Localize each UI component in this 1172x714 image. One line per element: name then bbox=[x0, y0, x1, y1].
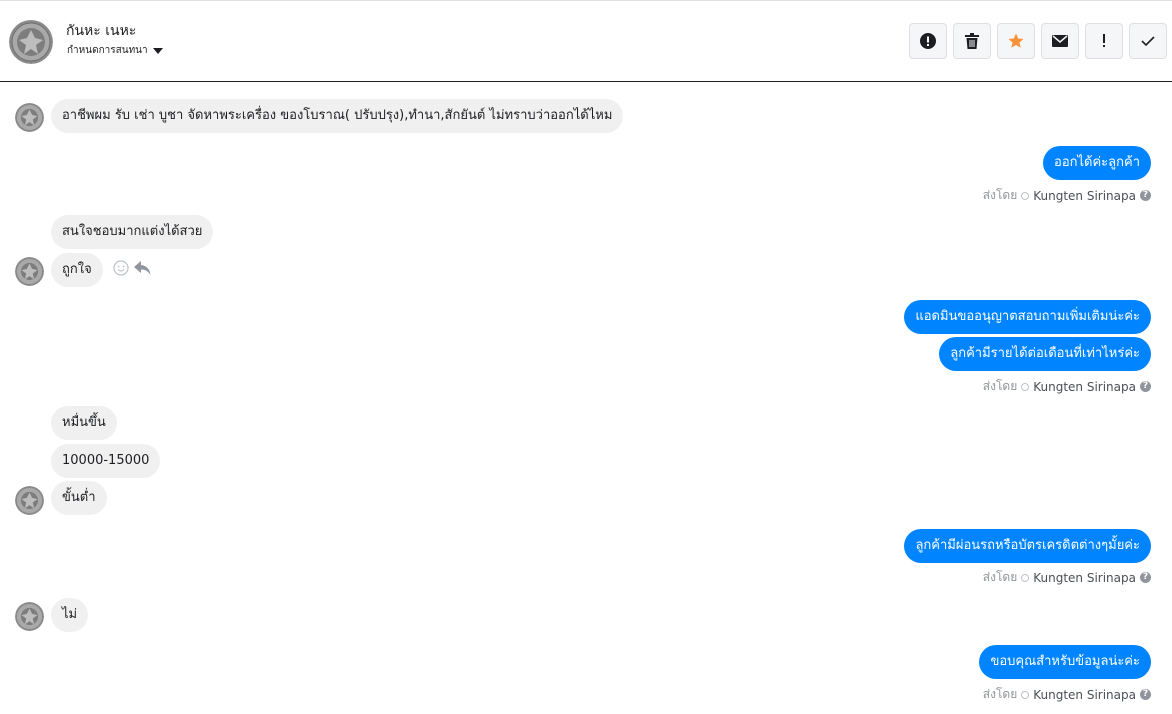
help-icon[interactable]: ? bbox=[1140, 572, 1151, 583]
outgoing-message[interactable]: ออกได้ค่ะลูกค้า bbox=[1043, 146, 1151, 180]
star-button[interactable] bbox=[997, 23, 1035, 59]
incoming-message[interactable]: 10000-15000 bbox=[51, 444, 161, 478]
incoming-message[interactable]: หมื่นขึ้น bbox=[51, 406, 117, 440]
seal-emblem-icon bbox=[15, 257, 44, 286]
incoming-message[interactable]: ถูกใจ bbox=[51, 253, 103, 287]
agent-status-icon bbox=[1021, 382, 1030, 391]
contact-avatar-small[interactable] bbox=[15, 257, 44, 286]
sent-by-agent[interactable]: Kungten Sirinapa bbox=[1033, 688, 1136, 702]
incoming-message[interactable]: สนใจชอบมากแต่งได้สวย bbox=[51, 215, 214, 249]
chat-app: กันหะ เนหะ กำหนดการสนทนา อาชีพผม รับ เช่… bbox=[0, 0, 1172, 714]
mark-done-button[interactable] bbox=[1129, 23, 1167, 59]
sent-by-prefix: ส่งโดย bbox=[982, 188, 1018, 202]
sent-by-agent[interactable]: Kungten Sirinapa bbox=[1033, 189, 1136, 203]
sent-by-label: ส่งโดย Kungten Sirinapa ? bbox=[983, 568, 1151, 587]
sent-by-label: ส่งโดย Kungten Sirinapa ? bbox=[983, 186, 1151, 205]
sent-by-prefix: ส่งโดย bbox=[982, 687, 1018, 701]
agent-status-icon bbox=[1021, 573, 1030, 582]
sent-by-prefix: ส่งโดย bbox=[982, 379, 1018, 393]
exclamation-icon bbox=[1103, 34, 1105, 47]
envelope-icon bbox=[1052, 35, 1068, 47]
conversation-label-text: กำหนดการสนทนา bbox=[67, 45, 148, 56]
mark-unread-button[interactable] bbox=[1041, 23, 1079, 59]
seal-emblem-icon bbox=[15, 103, 44, 132]
caret-down-icon bbox=[152, 48, 163, 54]
seal-emblem-icon bbox=[9, 20, 53, 64]
help-icon[interactable]: ? bbox=[1140, 689, 1151, 700]
sent-by-prefix: ส่งโดย bbox=[982, 570, 1018, 584]
agent-status-icon bbox=[1021, 690, 1030, 699]
incoming-message[interactable]: อาชีพผม รับ เช่า บูชา จัดหาพระเครื่อง ขอ… bbox=[51, 99, 624, 133]
smiley-icon[interactable] bbox=[113, 260, 129, 276]
sent-by-agent[interactable]: Kungten Sirinapa bbox=[1033, 380, 1136, 394]
contact-name: กันหะ เนหะ bbox=[66, 23, 137, 39]
follow-up-button[interactable] bbox=[1085, 23, 1123, 59]
contact-avatar-small[interactable] bbox=[15, 602, 44, 631]
contact-avatar-small[interactable] bbox=[15, 103, 44, 132]
trash-icon bbox=[965, 33, 979, 49]
alert-circle-icon bbox=[920, 33, 936, 49]
conversation-header: กันหะ เนหะ กำหนดการสนทนา bbox=[0, 0, 1172, 82]
help-icon[interactable]: ? bbox=[1140, 190, 1151, 201]
report-button[interactable] bbox=[909, 23, 947, 59]
contact-avatar-small[interactable] bbox=[15, 486, 44, 515]
incoming-message[interactable]: ขั้นต่ำ bbox=[51, 481, 107, 515]
outgoing-message[interactable]: ลูกค้ามีผ่อนรถหรือบัตรเครดิตต่างๆมั้ยค่ะ bbox=[904, 529, 1151, 563]
message-actions bbox=[113, 260, 151, 276]
reply-icon[interactable] bbox=[134, 260, 151, 276]
message-list[interactable]: อาชีพผม รับ เช่า บูชา จัดหาพระเครื่อง ขอ… bbox=[0, 82, 1172, 714]
contact-avatar[interactable] bbox=[9, 20, 53, 64]
check-icon bbox=[1141, 36, 1155, 47]
outgoing-message[interactable]: ขอบคุณสำหรับข้อมูลน่ะค่ะ bbox=[979, 645, 1151, 679]
outgoing-message[interactable]: แอดมินขออนุญาตสอบถามเพิ่มเติมน่ะค่ะ bbox=[904, 300, 1151, 334]
delete-button[interactable] bbox=[953, 23, 991, 59]
outgoing-message[interactable]: ลูกค้ามีรายได้ต่อเดือนที่เท่าไหร่ค่ะ bbox=[939, 337, 1151, 371]
sent-by-agent[interactable]: Kungten Sirinapa bbox=[1033, 571, 1136, 585]
agent-status-icon bbox=[1021, 191, 1030, 200]
help-icon[interactable]: ? bbox=[1140, 381, 1151, 392]
sent-by-label: ส่งโดย Kungten Sirinapa ? bbox=[983, 685, 1151, 704]
seal-emblem-icon bbox=[15, 602, 44, 631]
star-icon bbox=[1008, 33, 1024, 48]
sent-by-label: ส่งโดย Kungten Sirinapa ? bbox=[983, 377, 1151, 396]
header-toolbar bbox=[909, 23, 1167, 59]
seal-emblem-icon bbox=[15, 486, 44, 515]
incoming-message[interactable]: ไม่ bbox=[51, 598, 89, 632]
conversation-label-dropdown[interactable]: กำหนดการสนทนา bbox=[67, 43, 163, 58]
